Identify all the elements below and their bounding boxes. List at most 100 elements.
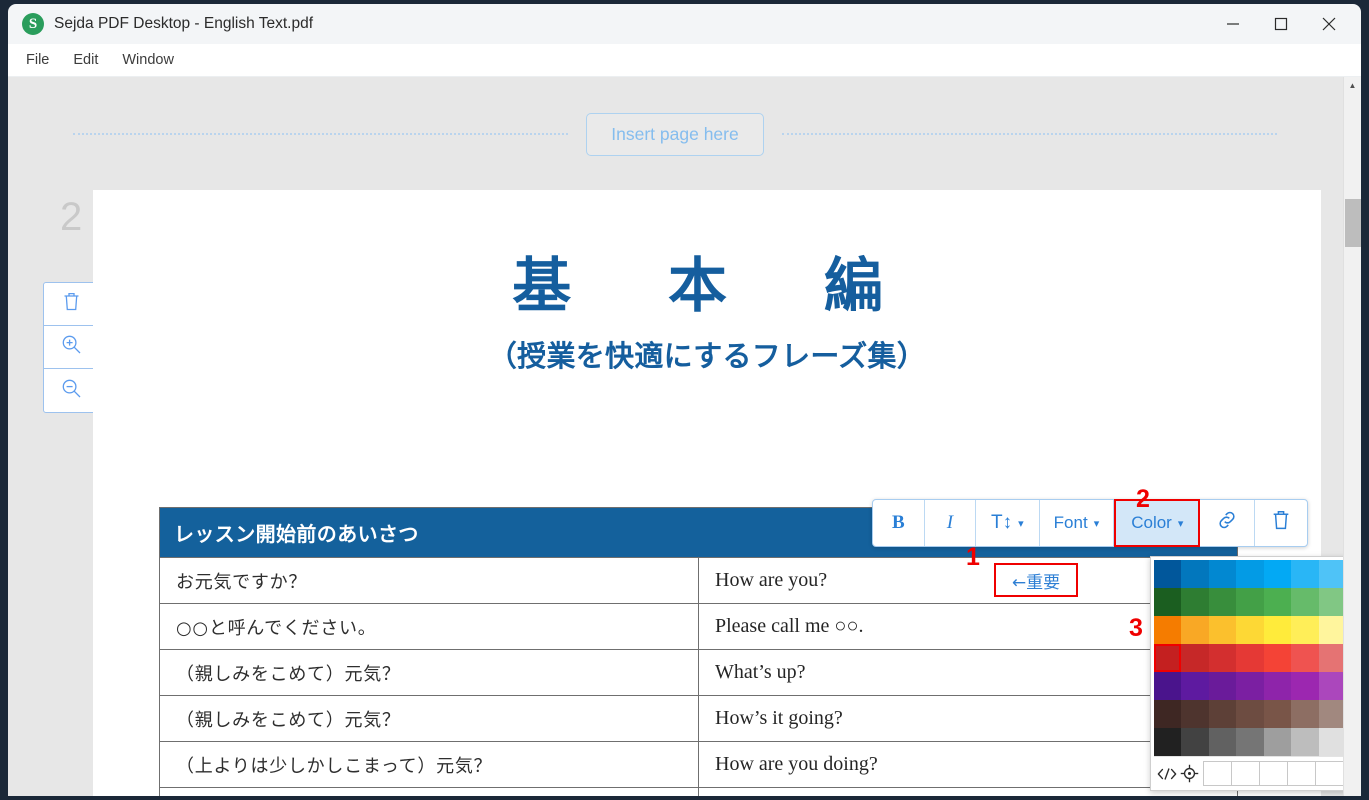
color-swatch[interactable]	[1154, 560, 1182, 588]
scroll-up-icon[interactable]: ▲	[1344, 77, 1361, 94]
color-swatch[interactable]	[1181, 616, 1209, 644]
color-dropdown-button[interactable]: Color ▾	[1114, 499, 1201, 547]
font-label: Font	[1053, 513, 1088, 532]
color-swatch[interactable]	[1291, 560, 1319, 588]
italic-button[interactable]: I	[925, 500, 977, 546]
color-swatch[interactable]	[1291, 672, 1319, 700]
insert-page-button[interactable]: Insert page here	[586, 112, 764, 156]
recent-color-swatch[interactable]	[1315, 761, 1344, 786]
font-dropdown-button[interactable]: Font ▾	[1040, 500, 1115, 546]
color-swatch[interactable]	[1208, 700, 1237, 728]
color-swatch[interactable]	[1154, 700, 1182, 728]
color-swatch[interactable]	[1181, 728, 1209, 756]
delete-text-button[interactable]	[1255, 500, 1307, 546]
cell-japanese[interactable]: （親しみをこめて）元気？	[159, 649, 699, 696]
color-swatch[interactable]	[1291, 616, 1319, 644]
phrase-table-body: レッスン開始前のあいさつ お元気ですか？ How are you? ○○と呼んで…	[159, 507, 1238, 796]
color-swatch[interactable]	[1181, 588, 1209, 616]
color-swatch[interactable]	[1236, 560, 1264, 588]
color-swatch[interactable]	[1208, 644, 1237, 672]
color-swatch[interactable]	[1236, 672, 1264, 700]
color-swatch[interactable]	[1181, 560, 1209, 588]
vertical-scrollbar[interactable]: ▲	[1343, 77, 1361, 796]
color-swatch[interactable]	[1318, 672, 1346, 700]
table-row[interactable]: ○○と呼んでください。 Please call me ○○.	[159, 603, 1238, 650]
color-swatch[interactable]	[1263, 588, 1292, 616]
color-swatch[interactable]	[1154, 616, 1182, 644]
color-swatch[interactable]	[1291, 700, 1319, 728]
color-swatch[interactable]	[1154, 672, 1182, 700]
color-swatch[interactable]	[1181, 700, 1209, 728]
line-height-button[interactable]: T↕ ▾	[976, 500, 1040, 546]
menu-bar: File Edit Window	[8, 44, 1361, 77]
recent-color-swatch[interactable]	[1259, 761, 1288, 786]
color-swatch[interactable]	[1263, 616, 1292, 644]
color-swatch[interactable]	[1154, 588, 1182, 616]
color-swatch[interactable]	[1263, 644, 1292, 672]
cell-japanese[interactable]: ○○と呼んでください。	[159, 603, 699, 650]
recent-color-swatch[interactable]	[1231, 761, 1260, 786]
close-icon[interactable]	[1305, 4, 1353, 44]
color-swatch[interactable]	[1263, 728, 1292, 756]
page-number-label: 2	[60, 195, 83, 239]
recent-color-swatch[interactable]	[1203, 761, 1232, 786]
delete-page-button[interactable]	[44, 283, 98, 326]
color-swatch[interactable]	[1263, 700, 1292, 728]
color-swatch[interactable]	[1318, 728, 1346, 756]
link-button[interactable]	[1200, 500, 1256, 546]
color-swatch[interactable]	[1154, 728, 1182, 756]
cell-japanese[interactable]: お元気ですか？	[159, 557, 699, 604]
color-swatch[interactable]	[1236, 588, 1264, 616]
color-swatch[interactable]	[1291, 644, 1319, 672]
cell-japanese[interactable]: （上よりは少しかしこまって）元気？	[159, 741, 699, 788]
color-swatch[interactable]	[1236, 644, 1264, 672]
color-swatch[interactable]	[1318, 644, 1346, 672]
maximize-icon[interactable]	[1257, 4, 1305, 44]
color-swatch[interactable]	[1208, 560, 1237, 588]
color-swatch[interactable]	[1318, 588, 1346, 616]
color-swatch[interactable]	[1318, 616, 1346, 644]
color-swatch[interactable]	[1236, 616, 1264, 644]
menu-item-edit[interactable]: Edit	[63, 48, 108, 72]
color-swatch[interactable]	[1208, 672, 1237, 700]
window-controls	[1209, 4, 1361, 44]
scrollbar-thumb[interactable]	[1345, 199, 1361, 247]
color-swatch[interactable]	[1154, 644, 1182, 672]
zoom-in-button[interactable]	[44, 326, 98, 369]
zoom-out-button[interactable]	[44, 369, 98, 412]
code-icon[interactable]	[1156, 759, 1178, 789]
bold-button[interactable]: B	[873, 500, 925, 546]
color-swatch[interactable]	[1208, 728, 1237, 756]
table-row[interactable]: （親しみをこめて）元気？ What’s up?	[159, 649, 1238, 696]
color-swatch[interactable]	[1181, 644, 1209, 672]
table-row[interactable]: （上よりは少しかしこまって）元気？ How are you doing?	[159, 741, 1238, 788]
step-marker-2: 2	[1136, 485, 1150, 513]
table-row[interactable]: （親しみをこめて）元気？ How’s it going?	[159, 695, 1238, 742]
cell-japanese[interactable]: （久しぶりに会ったとき）元気？	[159, 787, 699, 796]
color-swatch[interactable]	[1263, 672, 1292, 700]
title-bar: S Sejda PDF Desktop - English Text.pdf	[8, 4, 1361, 44]
color-swatch[interactable]	[1208, 588, 1237, 616]
insert-divider-left	[73, 133, 569, 135]
minimize-icon[interactable]	[1209, 4, 1257, 44]
table-row[interactable]: （久しぶりに会ったとき）元気？ How have you been?	[159, 787, 1238, 796]
menu-item-file[interactable]: File	[16, 48, 59, 72]
chevron-down-icon: ▾	[1177, 517, 1184, 530]
recent-color-swatch[interactable]	[1287, 761, 1316, 786]
color-swatch[interactable]	[1291, 728, 1319, 756]
important-annotation-box[interactable]: ←重要	[994, 563, 1078, 597]
color-swatch[interactable]	[1318, 560, 1346, 588]
cell-japanese[interactable]: （親しみをこめて）元気？	[159, 695, 699, 742]
color-swatch[interactable]	[1181, 672, 1209, 700]
color-swatch[interactable]	[1291, 588, 1319, 616]
color-swatch[interactable]	[1318, 700, 1346, 728]
color-swatch[interactable]	[1236, 700, 1264, 728]
line-height-label: T↕	[991, 512, 1013, 533]
step-marker-3: 3	[1129, 614, 1143, 642]
zoom-out-icon	[61, 378, 82, 404]
color-swatch[interactable]	[1236, 728, 1264, 756]
eyedropper-target-icon[interactable]	[1178, 759, 1200, 789]
menu-item-window[interactable]: Window	[112, 48, 184, 72]
color-swatch[interactable]	[1263, 560, 1292, 588]
color-swatch[interactable]	[1208, 616, 1237, 644]
